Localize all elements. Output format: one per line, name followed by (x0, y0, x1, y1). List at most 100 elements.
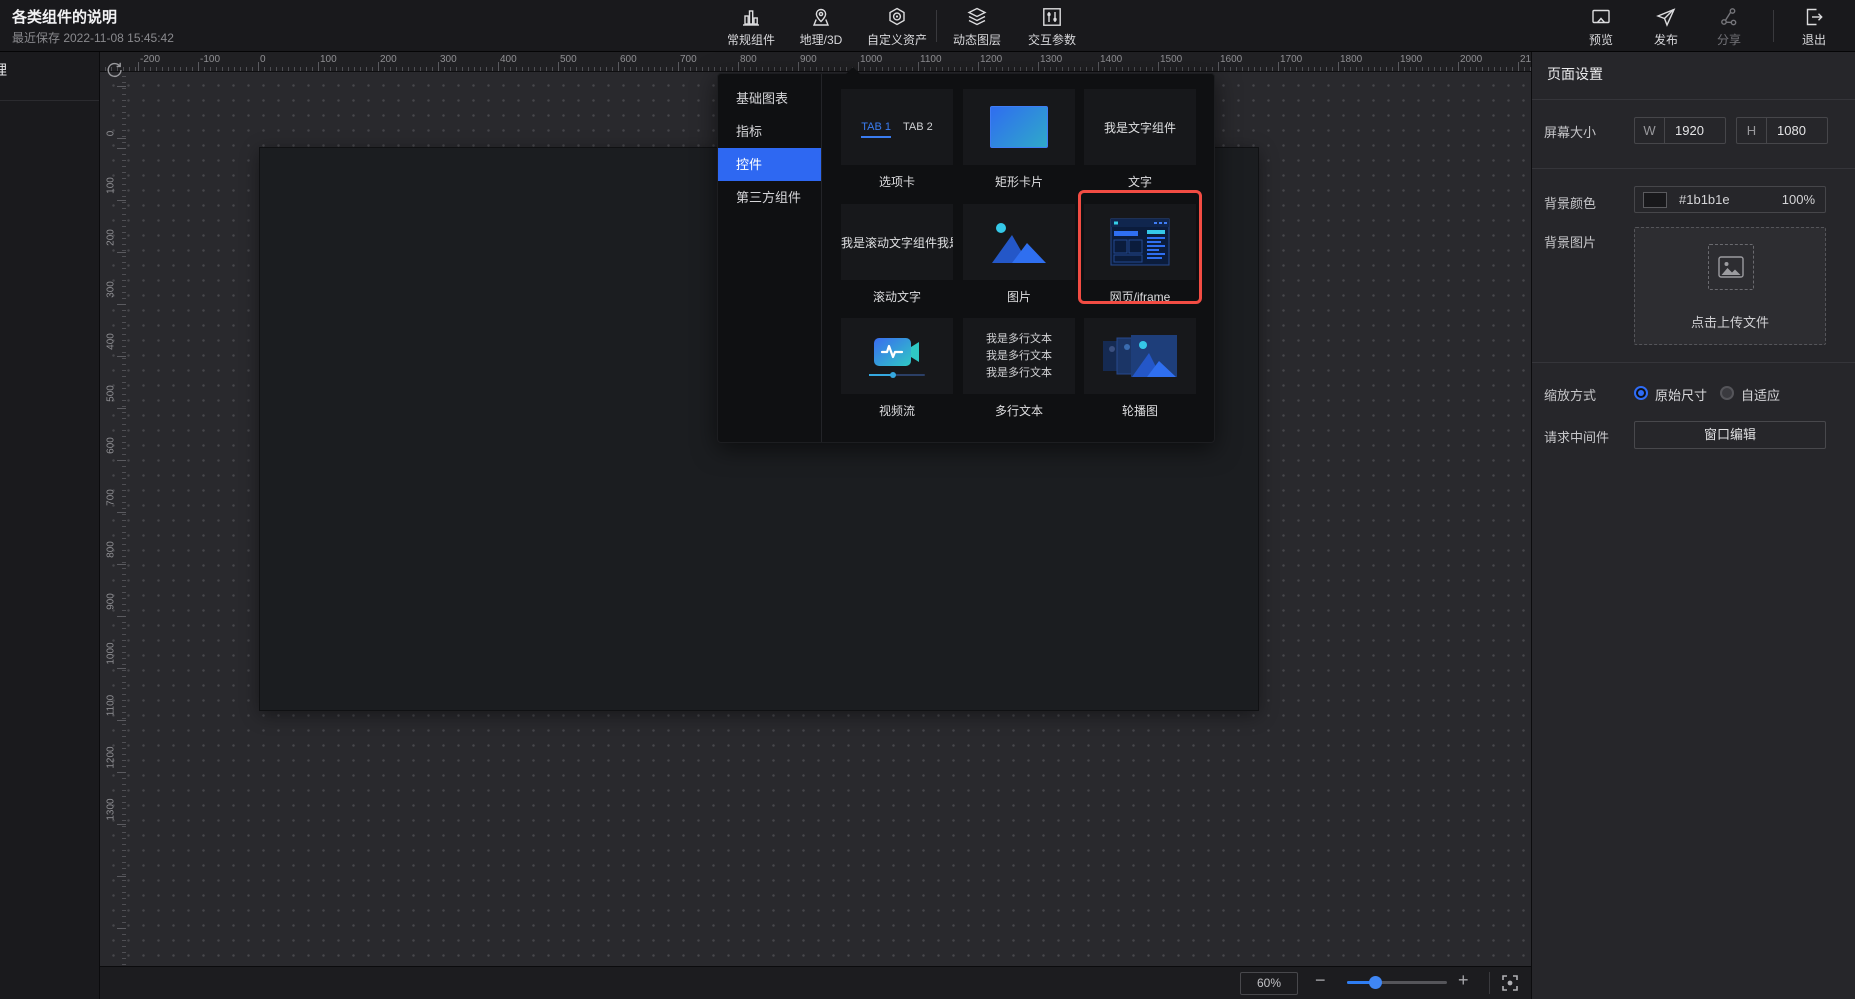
ruler-label: 700 (680, 54, 697, 65)
screen-size-label: 屏幕大小 (1544, 122, 1596, 141)
toolbar-item-label: 自定义资产 (854, 31, 940, 48)
component-card-label: 视频流 (841, 402, 953, 419)
zoom-in-button[interactable]: + (1458, 970, 1469, 991)
radio-adaptive-label[interactable]: 自适应 (1741, 385, 1780, 404)
ruler-label: 1500 (1160, 54, 1182, 65)
bg-color-picker[interactable]: #1b1b1e 100% (1634, 186, 1826, 213)
bottom-zoom-bar: 60% − + (100, 966, 1531, 999)
scrolling-text-preview: 我是滚动文字组件我是 (841, 234, 953, 251)
component-card-video-stream[interactable]: 视频流 (841, 318, 953, 419)
ruler-label: 1900 (1400, 54, 1422, 65)
color-swatch[interactable] (1643, 192, 1667, 208)
toolbar-item-geo-3d[interactable]: 地理/3D (778, 4, 864, 50)
ruler-label: 900 (106, 587, 117, 617)
workspace[interactable]: -200-10001002003004005006007008009001000… (100, 52, 1531, 966)
video-camera-icon (873, 337, 921, 367)
component-card-label: 矩形卡片 (963, 173, 1075, 190)
component-category-list: 基础图表 指标 控件 第三方组件 (718, 74, 821, 442)
component-card-scrolling-text[interactable]: 我是滚动文字组件我是 滚动文字 (841, 204, 953, 305)
component-card-label: 选项卡 (841, 173, 953, 190)
multiline-preview-line: 我是多行文本 (986, 331, 1052, 348)
settings-divider (1532, 99, 1855, 100)
component-card-image[interactable]: 图片 (963, 204, 1075, 305)
settings-panel-title: 页面设置 (1547, 64, 1603, 84)
ruler-label: 300 (440, 54, 457, 65)
component-card-tabs[interactable]: TAB 1 TAB 2 选项卡 (841, 89, 953, 190)
window-edit-button[interactable]: 窗口编辑 (1634, 421, 1826, 449)
page-settings-panel: 页面设置 屏幕大小 W 1920 H 1080 背景颜色 #1b1b1e 100… (1531, 52, 1855, 999)
bg-image-label: 背景图片 (1544, 232, 1596, 251)
ruler-label: 800 (740, 54, 757, 65)
tab2-preview: TAB 2 (903, 121, 933, 133)
component-card-rect-card[interactable]: 矩形卡片 (963, 89, 1075, 190)
bg-image-upload-area[interactable]: 点击上传文件 (1634, 227, 1826, 345)
width-value[interactable]: 1920 (1665, 118, 1725, 143)
toolbar-item-dynamic-layers[interactable]: 动态图层 (934, 4, 1020, 50)
ruler-label: 2000 (1460, 54, 1482, 65)
zoom-out-button[interactable]: − (1315, 970, 1326, 991)
height-key: H (1737, 118, 1767, 143)
ruler-label: 1000 (106, 639, 117, 669)
height-value[interactable]: 1080 (1767, 118, 1827, 143)
category-basic-charts[interactable]: 基础图表 (718, 82, 821, 115)
category-controls[interactable]: 控件 (718, 148, 821, 181)
ruler-label: 1700 (1280, 54, 1302, 65)
ruler-label: 200 (380, 54, 397, 65)
category-third-party[interactable]: 第三方组件 (718, 181, 821, 214)
fit-to-screen-button[interactable] (1500, 973, 1520, 993)
tab1-preview: TAB 1 (861, 121, 891, 138)
screen-height-field[interactable]: H 1080 (1736, 117, 1828, 144)
zoom-slider-thumb[interactable] (1369, 976, 1382, 989)
upload-hint-text: 点击上传文件 (1635, 312, 1825, 331)
ruler-label: 1200 (106, 743, 117, 773)
multiline-preview-line: 我是多行文本 (986, 365, 1052, 382)
toolbar-item-label: 交互参数 (1009, 31, 1095, 48)
dropdown-notch (846, 67, 860, 74)
ruler-label: 0 (260, 54, 266, 65)
component-card-label: 轮播图 (1084, 402, 1196, 419)
zoom-level-field[interactable]: 60% (1240, 972, 1298, 995)
action-exit[interactable]: 退出 (1771, 4, 1855, 50)
component-card-label: 图片 (963, 288, 1075, 305)
zoom-slider[interactable] (1347, 981, 1447, 984)
last-saved-timestamp: 最近保存 2022-11-08 15:45:42 (12, 29, 174, 46)
editor-app: 各类组件的说明 最近保存 2022-11-08 15:45:42 常规组件 地理… (0, 0, 1855, 999)
radio-adaptive[interactable] (1720, 386, 1734, 400)
toolbar-item-custom-assets[interactable]: 自定义资产 (854, 4, 940, 50)
component-card-carousel[interactable]: 轮播图 (1084, 318, 1196, 419)
ruler-label: 300 (106, 275, 117, 305)
radio-original-size-label[interactable]: 原始尺寸 (1655, 385, 1707, 404)
toolbar-item-label: 动态图层 (934, 31, 1020, 48)
category-indicators[interactable]: 指标 (718, 115, 821, 148)
sliders-icon (1009, 6, 1095, 30)
action-label: 退出 (1771, 31, 1855, 48)
ruler-major-ticks (117, 72, 126, 966)
component-card-iframe[interactable]: 网页/iframe (1084, 204, 1196, 305)
ruler-label: 1000 (860, 54, 882, 65)
carousel-icon (1101, 333, 1179, 379)
category-divider (821, 74, 822, 442)
layers-panel-partial-label: 理 (0, 60, 7, 80)
top-bar: 各类组件的说明 最近保存 2022-11-08 15:45:42 常规组件 地理… (0, 0, 1855, 52)
image-icon (990, 219, 1048, 265)
ruler-label: 500 (560, 54, 577, 65)
width-key: W (1635, 118, 1665, 143)
ruler-label: 100 (320, 54, 337, 65)
ruler-label: 900 (800, 54, 817, 65)
ruler-label: 200 (106, 223, 117, 253)
layers-icon (934, 6, 1020, 30)
project-title: 各类组件的说明 (12, 6, 117, 27)
ruler-label: 400 (106, 327, 117, 357)
ruler-reset-icon[interactable] (104, 60, 124, 80)
ruler-label: 1400 (1100, 54, 1122, 65)
radio-original-size[interactable] (1634, 386, 1648, 400)
component-card-text[interactable]: 我是文字组件 文字 (1084, 89, 1196, 190)
rect-card-preview (990, 106, 1048, 148)
ruler-label: 100 (106, 171, 117, 201)
action-share[interactable]: 分享 (1686, 4, 1772, 50)
share-icon (1686, 6, 1772, 30)
component-card-multiline-text[interactable]: 我是多行文本 我是多行文本 我是多行文本 多行文本 (963, 318, 1075, 419)
screen-width-field[interactable]: W 1920 (1634, 117, 1726, 144)
toolbar-item-interactive-params[interactable]: 交互参数 (1009, 4, 1095, 50)
layers-panel-collapsed[interactable]: 理 (0, 52, 100, 999)
